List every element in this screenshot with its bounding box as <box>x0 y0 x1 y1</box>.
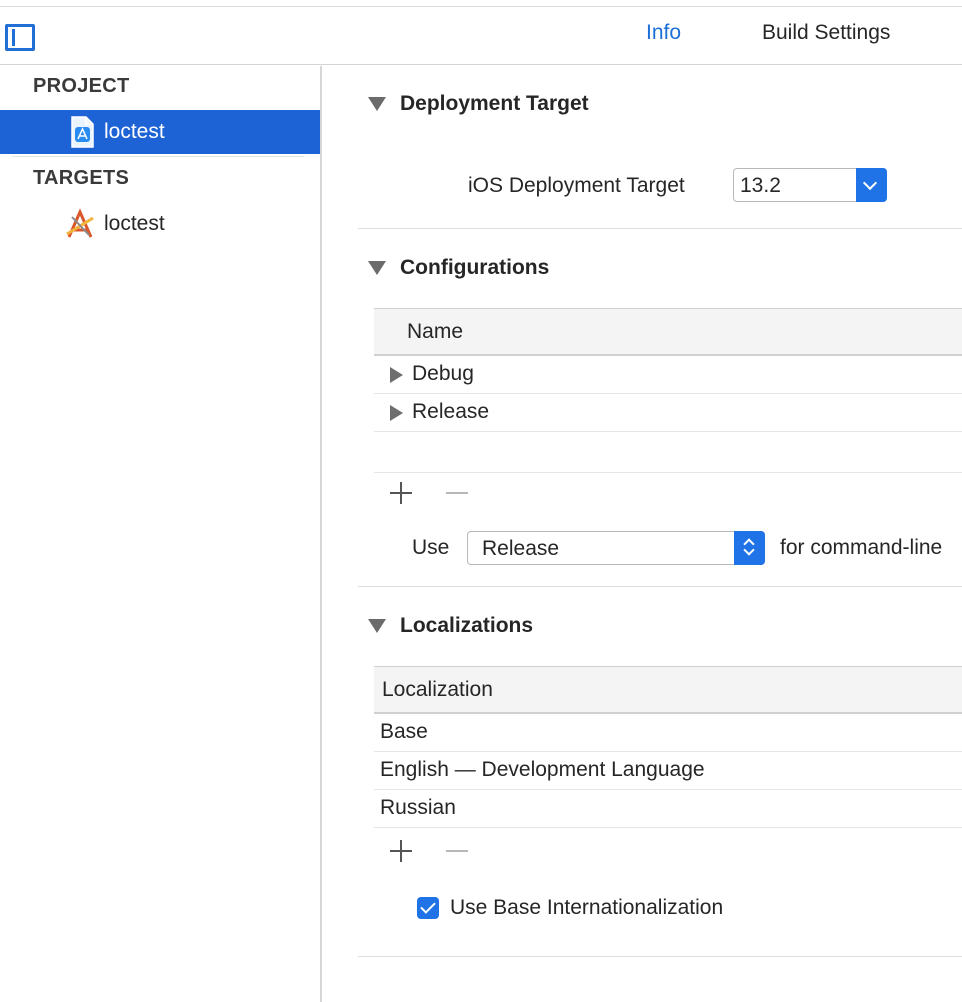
row-label: Release <box>412 400 490 423</box>
row-label: English — Development Language <box>380 758 705 781</box>
command-line-suffix: for command-line <box>780 536 943 559</box>
table-row[interactable]: Russian <box>374 790 962 828</box>
expand-triangle-icon[interactable] <box>390 367 403 383</box>
row-label: Base <box>380 720 428 743</box>
row-label: Debug <box>412 362 474 385</box>
sidebar-divider <box>12 156 304 157</box>
sidebar-toggle-icon[interactable] <box>5 24 35 51</box>
row-label: Russian <box>380 796 456 819</box>
targets-section-header: TARGETS <box>33 167 130 189</box>
table-row[interactable]: Debug <box>374 356 962 394</box>
remove-configuration-button[interactable] <box>446 482 468 504</box>
project-section-header: PROJECT <box>33 75 130 97</box>
configurations-section-title: Configurations <box>400 256 550 279</box>
tab-build-settings[interactable]: Build Settings <box>762 21 890 45</box>
chevron-down-icon <box>862 175 878 191</box>
sidebar-item-label: loctest <box>104 212 165 235</box>
add-configuration-button[interactable] <box>390 482 412 504</box>
table-row[interactable]: Base <box>374 714 962 752</box>
section-divider <box>358 956 962 957</box>
sidebar-item-target[interactable]: loctest <box>0 202 320 246</box>
editor-tab-bar: Info Build Settings <box>0 7 962 65</box>
popup-stepper-button[interactable] <box>734 531 765 565</box>
ios-deployment-target-label: iOS Deployment Target <box>468 174 685 197</box>
use-base-internationalization-checkbox[interactable] <box>417 897 439 919</box>
app-target-icon <box>66 208 94 238</box>
configurations-table-header: Name <box>374 308 962 356</box>
expand-triangle-icon[interactable] <box>390 405 403 421</box>
section-divider <box>358 586 962 587</box>
table-row[interactable]: Release <box>374 394 962 432</box>
localizations-disclosure-icon[interactable] <box>368 619 386 633</box>
deployment-disclosure-icon[interactable] <box>368 97 386 111</box>
use-label: Use <box>412 536 450 559</box>
column-header-name[interactable]: Name <box>407 320 463 344</box>
project-file-icon <box>71 116 94 148</box>
deployment-section-title: Deployment Target <box>400 92 589 115</box>
table-row[interactable]: English — Development Language <box>374 752 962 790</box>
ios-deployment-target-combo[interactable]: 13.2 <box>733 168 887 202</box>
combo-dropdown-button[interactable] <box>856 168 887 202</box>
popup-value: Release <box>482 537 560 560</box>
localizations-table-header: Localization <box>374 666 962 714</box>
table-row-empty <box>374 433 962 473</box>
tab-info[interactable]: Info <box>646 21 681 45</box>
column-header-localization[interactable]: Localization <box>382 678 493 702</box>
project-info-editor: Deployment Target iOS Deployment Target … <box>322 66 962 1002</box>
command-line-configuration-popup[interactable]: Release <box>467 531 765 565</box>
sidebar-item-label: loctest <box>104 120 165 143</box>
localizations-section-title: Localizations <box>400 614 534 637</box>
sidebar-item-project[interactable]: loctest <box>0 110 320 154</box>
combo-value: 13.2 <box>740 174 781 197</box>
configurations-disclosure-icon[interactable] <box>368 261 386 275</box>
section-divider <box>358 228 962 229</box>
use-base-internationalization-label[interactable]: Use Base Internationalization <box>450 896 723 920</box>
add-localization-button[interactable] <box>390 840 412 862</box>
remove-localization-button[interactable] <box>446 840 468 862</box>
project-navigator-sidebar: PROJECT loctest TARGETS loctest <box>0 66 320 1002</box>
